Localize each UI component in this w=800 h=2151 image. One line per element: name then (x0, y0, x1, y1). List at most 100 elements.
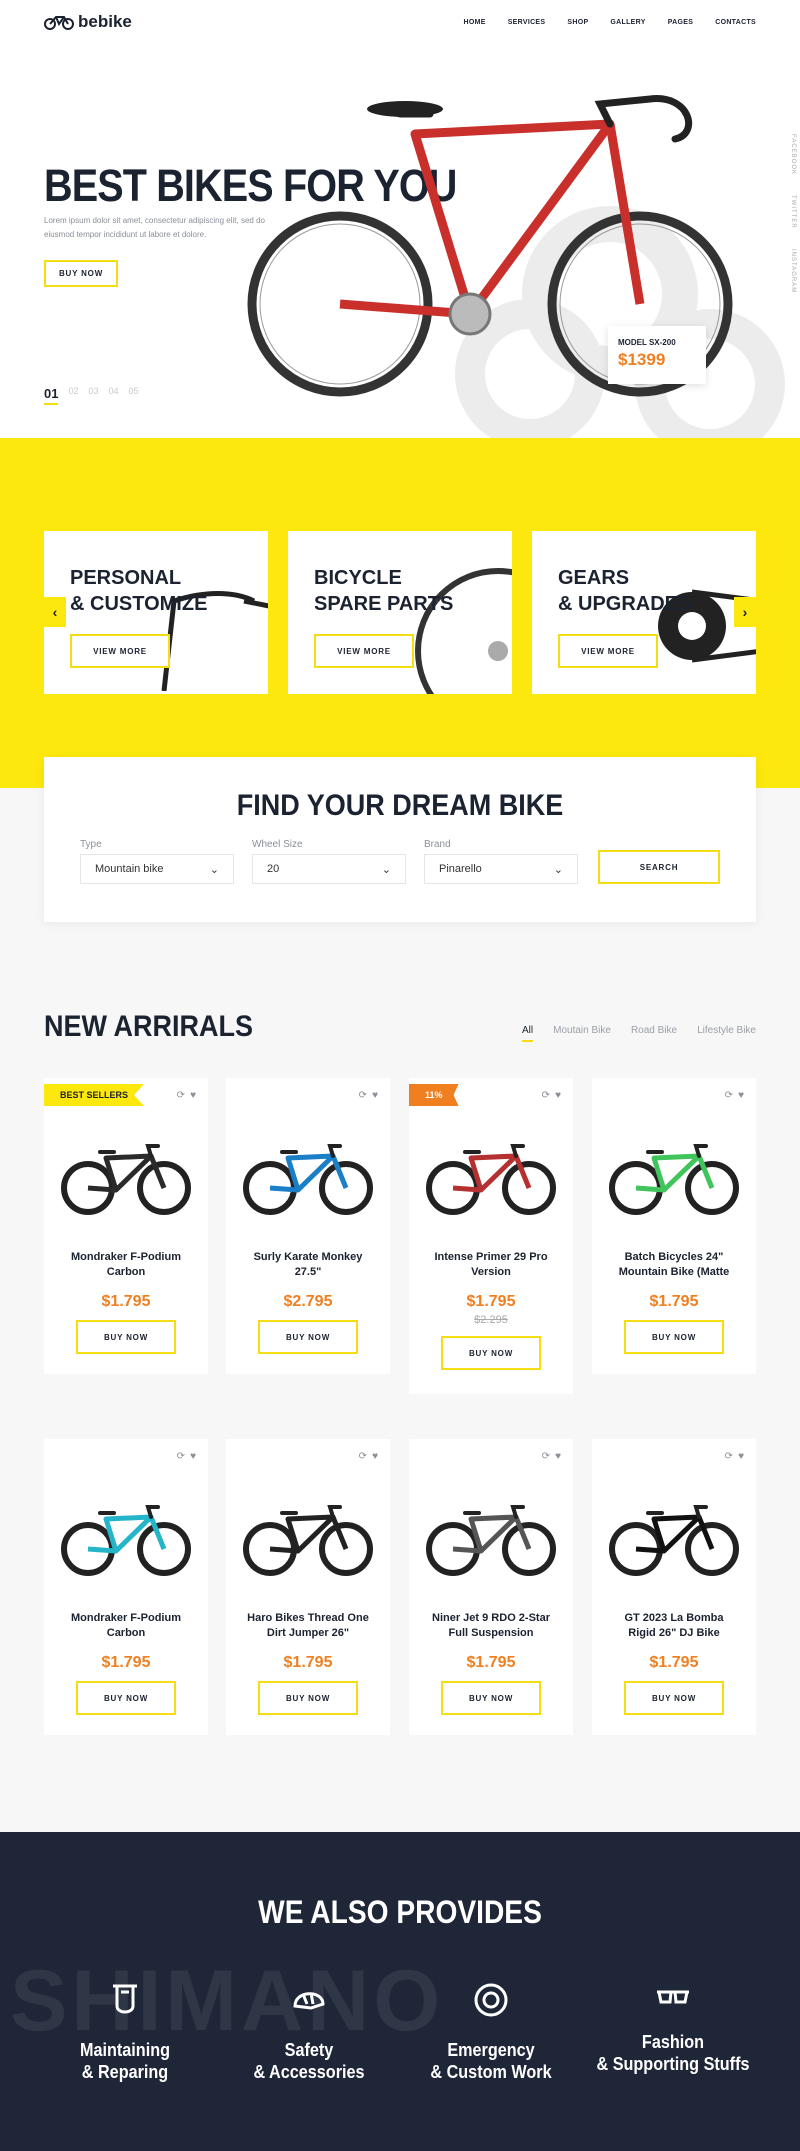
product-price: $1.795 (649, 1654, 699, 1671)
social-links: FACEBOOK TWITTER INSTAGRAM (790, 134, 796, 293)
brand-select[interactable]: Pinarello ⌄ (424, 854, 578, 884)
brand-field: Brand Pinarello ⌄ (424, 839, 578, 884)
hero-bike-image (247, 95, 733, 397)
view-more-button[interactable]: VIEW MORE (558, 634, 658, 668)
social-facebook[interactable]: FACEBOOK (790, 134, 796, 175)
hero-buy-button[interactable]: BUY NOW (44, 260, 118, 287)
heart-icon[interactable]: ♥ (372, 1090, 378, 1101)
search-button[interactable]: SEARCH (598, 850, 720, 884)
product-name[interactable]: Batch Bicycles 24" Mountain Bike (Matte (592, 1250, 756, 1280)
tab-all[interactable]: All (522, 1025, 534, 1042)
arrivals-title: NEW ARRIRALS (44, 1010, 253, 1043)
slide-1[interactable]: 01 (44, 386, 59, 405)
slide-3[interactable]: 03 (88, 386, 98, 405)
product-card[interactable]: ⟳ ♥ GT 2023 La Bomba Rigid 26" DJ Bike $1.… (592, 1439, 756, 1735)
slide-5[interactable]: 05 (129, 386, 139, 405)
tab-road[interactable]: Road Bike (631, 1025, 677, 1042)
nav-contacts[interactable]: CONTACTS (715, 19, 756, 26)
chevron-down-icon: ⌄ (209, 863, 219, 876)
compare-icon[interactable]: ⟳ (542, 1090, 550, 1101)
product-card[interactable]: ⟳ ♥ Surly Karate Monkey 27.5" $2.795 BUY NO… (226, 1078, 390, 1374)
view-more-button[interactable]: VIEW MORE (314, 634, 414, 668)
heart-icon[interactable]: ♥ (738, 1090, 744, 1101)
buy-now-button[interactable]: BUY NOW (76, 1320, 176, 1354)
product-actions: ⟳ ♥ (359, 1451, 378, 1462)
product-image[interactable] (604, 1118, 744, 1238)
type-select[interactable]: Mountain bike ⌄ (80, 854, 234, 884)
category-card-personal[interactable]: PERSONAL & CUSTOMIZE VIEW MORE (44, 531, 268, 694)
product-card[interactable]: ⟳ ♥ Niner Jet 9 RDO 2-Star Full Suspensio… (409, 1439, 573, 1735)
buy-now-button[interactable]: BUY NOW (258, 1320, 358, 1354)
heart-icon[interactable]: ♥ (738, 1451, 744, 1462)
product-card[interactable]: ⟳ ♥ Mondraker F-Podium Carbon $1.795 BUY NO… (44, 1439, 208, 1735)
product-card[interactable]: ⟳ ♥ Batch Bicycles 24" Mountain Bike (Mat… (592, 1078, 756, 1374)
tab-mountain[interactable]: Moutain Bike (553, 1025, 611, 1042)
product-actions: ⟳ ♥ (542, 1451, 561, 1462)
buy-now-button[interactable]: BUY NOW (441, 1681, 541, 1715)
tab-lifestyle[interactable]: Lifestyle Bike (697, 1025, 756, 1042)
product-price: $1.795 (466, 1654, 516, 1671)
compare-icon[interactable]: ⟳ (177, 1451, 185, 1462)
product-name[interactable]: Intense Primer 29 Pro Version (409, 1250, 573, 1280)
buy-now-button[interactable]: BUY NOW (76, 1681, 176, 1715)
compare-icon[interactable]: ⟳ (359, 1451, 367, 1462)
product-actions: ⟳ ♥ (542, 1090, 561, 1101)
provide-item-emergency[interactable]: Emergency & Custom Work (406, 1982, 576, 2083)
category-card-spare-parts[interactable]: BICYCLE SPARE PARTS VIEW MORE (288, 531, 512, 694)
product-image[interactable] (56, 1118, 196, 1238)
bike-finder: FIND YOUR DREAM BIKE Type Mountain bike ⌄… (44, 757, 756, 922)
product-image[interactable] (604, 1479, 744, 1599)
provide-item-safety[interactable]: Safety & Accessories (224, 1982, 394, 2083)
view-more-button[interactable]: VIEW MORE (70, 634, 170, 668)
tools-icon (113, 1984, 137, 2014)
provide-item-fashion[interactable]: Fashion & Supporting Stuffs (588, 1982, 758, 2075)
product-card[interactable]: ⟳ ♥ Haro Bikes Thread One Dirt Jumper 26"… (226, 1439, 390, 1735)
product-image[interactable] (421, 1479, 561, 1599)
compare-icon[interactable]: ⟳ (725, 1451, 733, 1462)
logo[interactable]: bebike (44, 12, 132, 32)
product-name[interactable]: Haro Bikes Thread One Dirt Jumper 26" (226, 1611, 390, 1641)
product-image[interactable] (56, 1479, 196, 1599)
category-next-arrow[interactable]: › (734, 597, 756, 627)
heart-icon[interactable]: ♥ (555, 1090, 561, 1101)
slide-2[interactable]: 02 (68, 386, 78, 405)
social-twitter[interactable]: TWITTER (790, 195, 796, 229)
provide-item-maintaining[interactable]: Maintaining & Reparing (40, 1982, 210, 2083)
category-prev-arrow[interactable]: ‹ (44, 597, 66, 627)
product-image[interactable] (421, 1118, 561, 1238)
product-image[interactable] (238, 1479, 378, 1599)
product-image[interactable] (238, 1118, 378, 1238)
product-card[interactable]: BEST SELLERS ⟳ ♥ Mondraker F-Podium Carbon… (44, 1078, 208, 1374)
compare-icon[interactable]: ⟳ (542, 1451, 550, 1462)
heart-icon[interactable]: ♥ (372, 1451, 378, 1462)
nav-home[interactable]: HOME (463, 19, 485, 26)
buy-now-button[interactable]: BUY NOW (258, 1681, 358, 1715)
product-name[interactable]: Mondraker F-Podium Carbon (44, 1250, 208, 1280)
chevron-down-icon: ⌄ (553, 863, 563, 876)
wheel-select[interactable]: 20 ⌄ (252, 854, 406, 884)
buy-now-button[interactable]: BUY NOW (624, 1681, 724, 1715)
nav-gallery[interactable]: GALLERY (610, 19, 645, 26)
nav-shop[interactable]: SHOP (567, 19, 588, 26)
product-card[interactable]: 11% ⟳ ♥ Intense Primer 29 Pro Version $1.79… (409, 1078, 573, 1394)
heart-icon[interactable]: ♥ (555, 1451, 561, 1462)
slide-4[interactable]: 04 (109, 386, 119, 405)
product-name[interactable]: Surly Karate Monkey 27.5" (226, 1250, 390, 1280)
heart-icon[interactable]: ♥ (190, 1451, 196, 1462)
header: bebike HOME SERVICES SHOP GALLERY PAGES … (0, 0, 800, 44)
buy-now-button[interactable]: BUY NOW (624, 1320, 724, 1354)
buy-now-button[interactable]: BUY NOW (441, 1336, 541, 1370)
compare-icon[interactable]: ⟳ (725, 1090, 733, 1101)
social-instagram[interactable]: INSTAGRAM (790, 249, 796, 293)
category-title: BICYCLE SPARE PARTS (314, 567, 454, 615)
nav-pages[interactable]: PAGES (668, 19, 694, 26)
product-name[interactable]: Niner Jet 9 RDO 2-Star Full Suspension (409, 1611, 573, 1641)
category-card-gears[interactable]: GEARS & UPGRADES VIEW MORE (532, 531, 756, 694)
heart-icon[interactable]: ♥ (190, 1090, 196, 1101)
nav-services[interactable]: SERVICES (508, 19, 546, 26)
compare-icon[interactable]: ⟳ (177, 1090, 185, 1101)
product-actions: ⟳ ♥ (359, 1090, 378, 1101)
compare-icon[interactable]: ⟳ (359, 1090, 367, 1101)
product-name[interactable]: GT 2023 La Bomba Rigid 26" DJ Bike (592, 1611, 756, 1641)
product-name[interactable]: Mondraker F-Podium Carbon (44, 1611, 208, 1641)
